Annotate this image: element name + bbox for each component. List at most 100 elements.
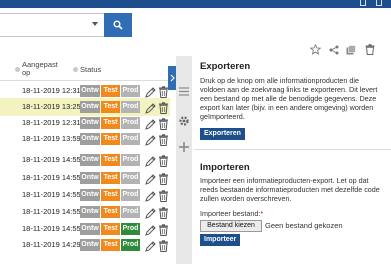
table-row[interactable]: 18-11-2019 14:55 Ontw Test Prod (0, 169, 170, 187)
edit-icon[interactable] (145, 133, 156, 146)
file-label: Importeer bestand:* (200, 209, 263, 218)
status-badge-ontw[interactable]: Ontw (80, 223, 100, 235)
status-badge-prod[interactable]: Prod (121, 189, 140, 201)
edit-icon[interactable] (145, 189, 156, 202)
search-box (0, 13, 132, 37)
sort-icon[interactable] (73, 67, 78, 72)
row-date: 18-11-2019 13:25 (22, 102, 81, 111)
status-badge-test[interactable]: Test (101, 172, 120, 184)
side-toolbar (176, 56, 192, 264)
status-badge-test[interactable]: Test (101, 223, 120, 235)
row-date: 18-11-2019 12:31 (22, 86, 81, 95)
column-header-status[interactable]: Status (80, 66, 101, 74)
trash-icon[interactable] (159, 172, 168, 185)
row-date: 18-11-2019 14:55 (22, 190, 81, 199)
status-badge-ontw[interactable]: Ontw (80, 189, 100, 201)
trash-icon[interactable] (159, 85, 168, 98)
delete-icon[interactable] (364, 44, 375, 55)
status-badge-test[interactable]: Test (101, 101, 120, 113)
row-date: 18-11-2019 14:29 (22, 240, 81, 249)
status-badge-test[interactable]: Test (101, 239, 120, 251)
chevron-right-icon (170, 74, 175, 82)
copy-icon[interactable] (345, 44, 356, 55)
status-badge-prod[interactable]: Prod (121, 223, 140, 235)
file-label-text: Importeer bestand: (200, 209, 261, 218)
status-badge-ontw[interactable]: Ontw (80, 206, 100, 218)
status-badge-test[interactable]: Test (101, 85, 120, 97)
edit-icon[interactable] (145, 85, 156, 98)
trash-icon[interactable] (159, 223, 168, 236)
row-date: 18-11-2019 14:55 (22, 173, 81, 182)
status-badge-ontw[interactable]: Ontw (80, 117, 100, 129)
table-row[interactable]: 18-11-2019 14:55 Ontw Test Prod (0, 151, 170, 169)
app-window: Aangepast op Status 18-11-2019 12:31 Ontw… (0, 0, 391, 264)
list-icon[interactable] (177, 84, 191, 98)
import-button[interactable]: Importeer (200, 234, 241, 246)
trash-icon[interactable] (159, 239, 168, 252)
import-description: Importeer een informatieproducten-export… (200, 176, 380, 203)
import-title: Importeren (200, 162, 250, 173)
add-icon[interactable] (177, 140, 191, 154)
table-row[interactable]: 18-11-2019 14:55 Ontw Test Prod (0, 203, 170, 221)
status-badge-prod[interactable]: Prod (121, 239, 140, 251)
user-icon[interactable] (376, 0, 382, 6)
choose-file-button[interactable]: Bestand kiezen (200, 220, 262, 232)
sort-icon[interactable] (15, 67, 20, 72)
status-badge-ontw[interactable]: Ontw (80, 133, 100, 145)
status-badge-test[interactable]: Test (101, 189, 120, 201)
status-badge-prod[interactable]: Prod (121, 172, 140, 184)
export-description: Druk op de knop om alle informationprodu… (200, 76, 378, 121)
status-badge-test[interactable]: Test (101, 206, 120, 218)
menu-icon[interactable] (360, 0, 366, 6)
search-icon (113, 20, 123, 30)
settings-icon[interactable] (177, 114, 191, 128)
edit-icon[interactable] (145, 239, 156, 252)
edit-icon[interactable] (145, 154, 156, 167)
search-button[interactable] (104, 13, 132, 37)
trash-icon[interactable] (159, 206, 168, 219)
edit-icon[interactable] (145, 101, 156, 114)
star-icon[interactable] (310, 44, 321, 55)
status-badge-test[interactable]: Test (101, 154, 120, 166)
status-badge-test[interactable]: Test (101, 117, 120, 129)
trash-icon[interactable] (159, 154, 168, 167)
share-icon[interactable] (328, 44, 339, 55)
status-badge-prod[interactable]: Prod (121, 133, 140, 145)
status-badge-ontw[interactable]: Ontw (80, 101, 100, 113)
export-button[interactable]: Exporteren (200, 128, 245, 140)
table-row[interactable]: 18-11-2019 13:59 Ontw Test Prod (0, 130, 170, 148)
trash-icon[interactable] (159, 133, 168, 146)
divider (194, 149, 391, 150)
table-row[interactable]: 18-11-2019 14:55 Ontw Test Prod (0, 186, 170, 204)
search-input[interactable] (0, 14, 103, 36)
chevron-down-icon[interactable] (92, 22, 98, 26)
edit-icon[interactable] (145, 223, 156, 236)
row-date: 18-11-2019 14:55 (22, 224, 81, 233)
status-badge-ontw[interactable]: Ontw (80, 239, 100, 251)
status-badge-prod[interactable]: Prod (121, 117, 140, 129)
top-bar (0, 0, 391, 8)
edit-icon[interactable] (145, 117, 156, 130)
divider (0, 80, 170, 81)
table-row[interactable]: 18-11-2019 14:29 Ontw Test Prod (0, 236, 170, 254)
required-mark: * (260, 209, 264, 218)
edit-icon[interactable] (145, 172, 156, 185)
edit-icon[interactable] (145, 206, 156, 219)
column-header-changed[interactable]: Aangepast op (22, 61, 62, 77)
file-status: Geen bestand gekozen (265, 221, 343, 230)
status-badge-ontw[interactable]: Ontw (80, 172, 100, 184)
status-badge-prod[interactable]: Prod (121, 154, 140, 166)
row-date: 18-11-2019 14:55 (22, 207, 81, 216)
status-badge-prod[interactable]: Prod (121, 206, 140, 218)
trash-icon[interactable] (159, 189, 168, 202)
collapse-panel-button[interactable] (168, 66, 176, 90)
status-badge-ontw[interactable]: Ontw (80, 85, 100, 97)
row-date: 18-11-2019 13:59 (22, 134, 81, 143)
status-badge-prod[interactable]: Prod (121, 85, 140, 97)
status-badge-prod[interactable]: Prod (121, 101, 140, 113)
status-badge-ontw[interactable]: Ontw (80, 154, 100, 166)
row-date: 18-11-2019 12:31 (22, 118, 81, 127)
status-badge-test[interactable]: Test (101, 133, 120, 145)
trash-icon[interactable] (159, 117, 168, 130)
trash-icon[interactable] (159, 101, 168, 114)
